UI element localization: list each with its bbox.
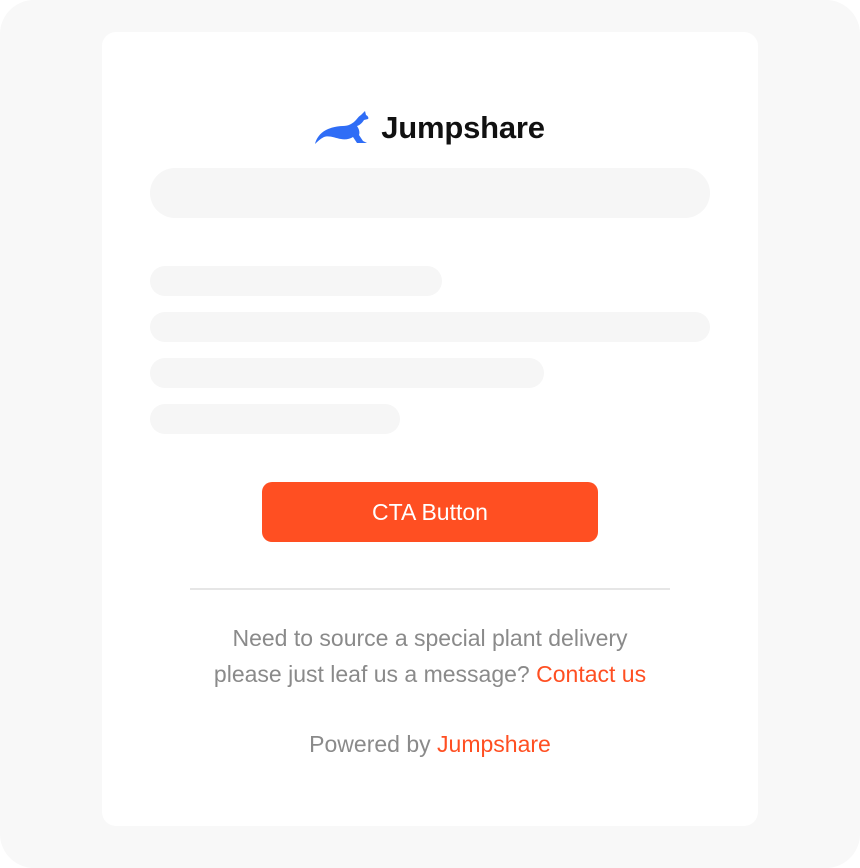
text-placeholder-line — [150, 266, 442, 296]
text-placeholder-line — [150, 404, 400, 434]
brand-name: Jumpshare — [381, 110, 545, 145]
jumpshare-link[interactable]: Jumpshare — [437, 731, 551, 757]
brand-logo: Jumpshare — [102, 108, 758, 148]
kangaroo-logo-icon — [315, 111, 369, 144]
powered-by: Powered by Jumpshare — [102, 726, 758, 762]
contact-us-link[interactable]: Contact us — [536, 661, 646, 687]
page-background: Jumpshare CTA Button Need to source a sp… — [0, 0, 860, 868]
headline-placeholder — [150, 168, 710, 218]
contact-message: Need to source a special plant delivery … — [102, 620, 758, 692]
divider — [190, 588, 670, 590]
text-placeholder-line — [150, 358, 544, 388]
text-placeholder-line — [150, 312, 710, 342]
email-card: Jumpshare CTA Button Need to source a sp… — [102, 32, 758, 826]
cta-button[interactable]: CTA Button — [262, 482, 598, 542]
message-line-1: Need to source a special plant delivery — [232, 625, 628, 651]
message-line-2: please just leaf us a message? Contact u… — [102, 656, 758, 692]
powered-by-prefix: Powered by — [309, 731, 431, 757]
message-line-2-text: please just leaf us a message? — [213, 661, 530, 687]
